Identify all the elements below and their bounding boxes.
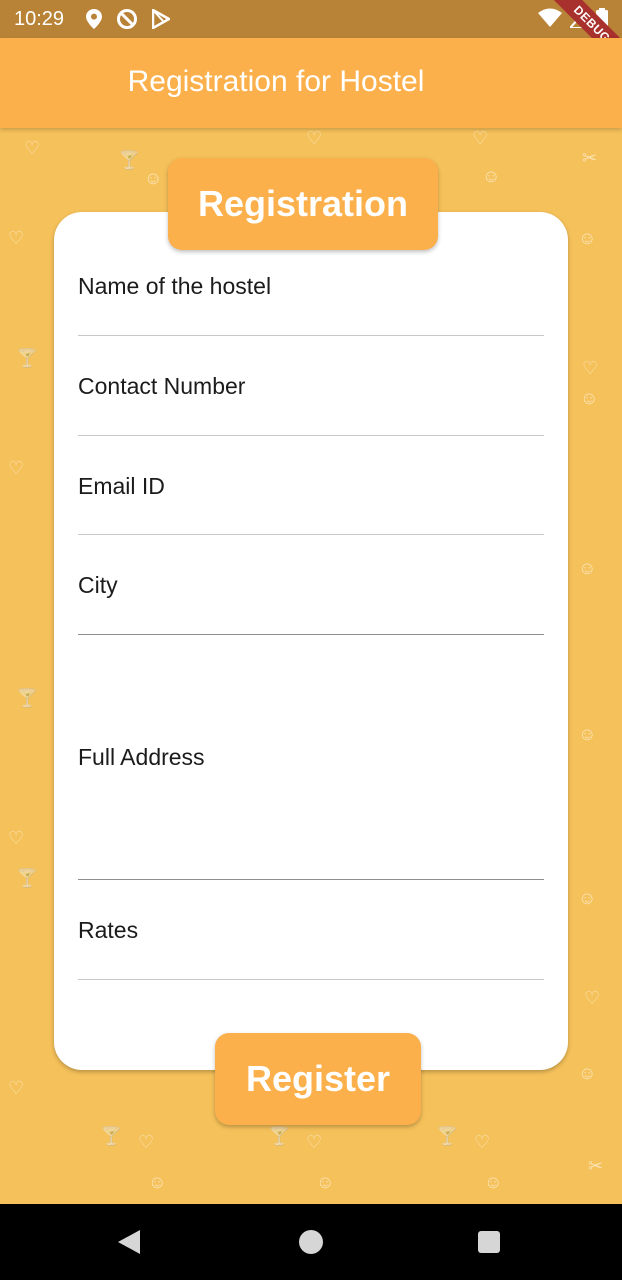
heart-doodle-icon: ♡ <box>8 228 25 248</box>
registration-badge: Registration <box>168 158 438 250</box>
smile-doodle-icon: ☺ <box>144 168 163 188</box>
cocktail-doodle-icon: 🍸 <box>16 868 39 888</box>
register-button[interactable]: Register <box>215 1033 421 1125</box>
play-store-icon <box>152 9 170 29</box>
heart-doodle-icon: ♡ <box>582 358 599 378</box>
wifi-icon <box>538 8 562 27</box>
smile-doodle-icon: ☺ <box>482 166 501 186</box>
full-address-field[interactable]: Full Address <box>78 635 544 880</box>
rates-field[interactable]: Rates <box>78 880 544 980</box>
no-disturb-icon <box>117 9 137 29</box>
heart-doodle-icon: ♡ <box>138 1132 155 1152</box>
location-icon <box>86 9 102 29</box>
smile-doodle-icon: ☺ <box>578 1063 597 1083</box>
heart-doodle-icon: ♡ <box>8 1078 25 1098</box>
smile-doodle-icon: ☺ <box>148 1172 167 1192</box>
smile-doodle-icon: ☺ <box>578 724 597 744</box>
smile-doodle-icon: ☺ <box>580 388 599 408</box>
fork-doodle-icon: ✂ <box>582 148 598 168</box>
smile-doodle-icon: ☺ <box>578 558 597 578</box>
cocktail-doodle-icon: 🍸 <box>436 1126 459 1146</box>
cocktail-doodle-icon: 🍸 <box>268 1126 291 1146</box>
back-icon[interactable] <box>118 1230 140 1254</box>
smile-doodle-icon: ☺ <box>578 228 597 248</box>
status-icons-left <box>86 8 170 30</box>
heart-doodle-icon: ♡ <box>8 828 25 848</box>
cocktail-doodle-icon: 🍸 <box>100 1126 123 1146</box>
contact-number-label: Contact Number <box>78 373 246 399</box>
heart-doodle-icon: ♡ <box>584 988 601 1008</box>
status-time: 10:29 <box>14 8 65 30</box>
heart-doodle-icon: ♡ <box>24 138 41 158</box>
email-label: Email ID <box>78 473 165 499</box>
city-field[interactable]: City <box>78 535 544 635</box>
heart-doodle-icon: ♡ <box>306 1132 323 1152</box>
navigation-bar <box>0 1204 622 1280</box>
city-label: City <box>78 572 118 598</box>
app-bar: Registration for Hostel <box>0 38 622 128</box>
page-title: Registration for Hostel <box>127 65 425 98</box>
full-address-label: Full Address <box>78 744 205 770</box>
cocktail-doodle-icon: 🍸 <box>16 688 39 708</box>
recents-icon[interactable] <box>478 1231 500 1253</box>
smile-doodle-icon: ☺ <box>578 888 597 908</box>
smile-doodle-icon: ☺ <box>484 1172 503 1192</box>
email-field[interactable]: Email ID <box>78 436 544 535</box>
heart-doodle-icon: ♡ <box>8 458 25 478</box>
contact-number-field[interactable]: Contact Number <box>78 336 544 436</box>
smile-doodle-icon: ☺ <box>316 1172 335 1192</box>
cocktail-doodle-icon: 🍸 <box>118 150 141 170</box>
home-icon[interactable] <box>299 1230 323 1254</box>
registration-form-card: Name of the hostel Contact Number Email … <box>54 212 568 1070</box>
cocktail-doodle-icon: 🍸 <box>16 348 39 368</box>
heart-doodle-icon: ♡ <box>306 128 323 148</box>
rates-label: Rates <box>78 917 139 943</box>
heart-doodle-icon: ♡ <box>474 1132 491 1152</box>
fork-doodle-icon: ✂ <box>588 1156 604 1176</box>
hostel-name-label: Name of the hostel <box>78 273 272 299</box>
status-bar: 10:29 <box>0 0 622 38</box>
heart-doodle-icon: ♡ <box>472 128 489 148</box>
